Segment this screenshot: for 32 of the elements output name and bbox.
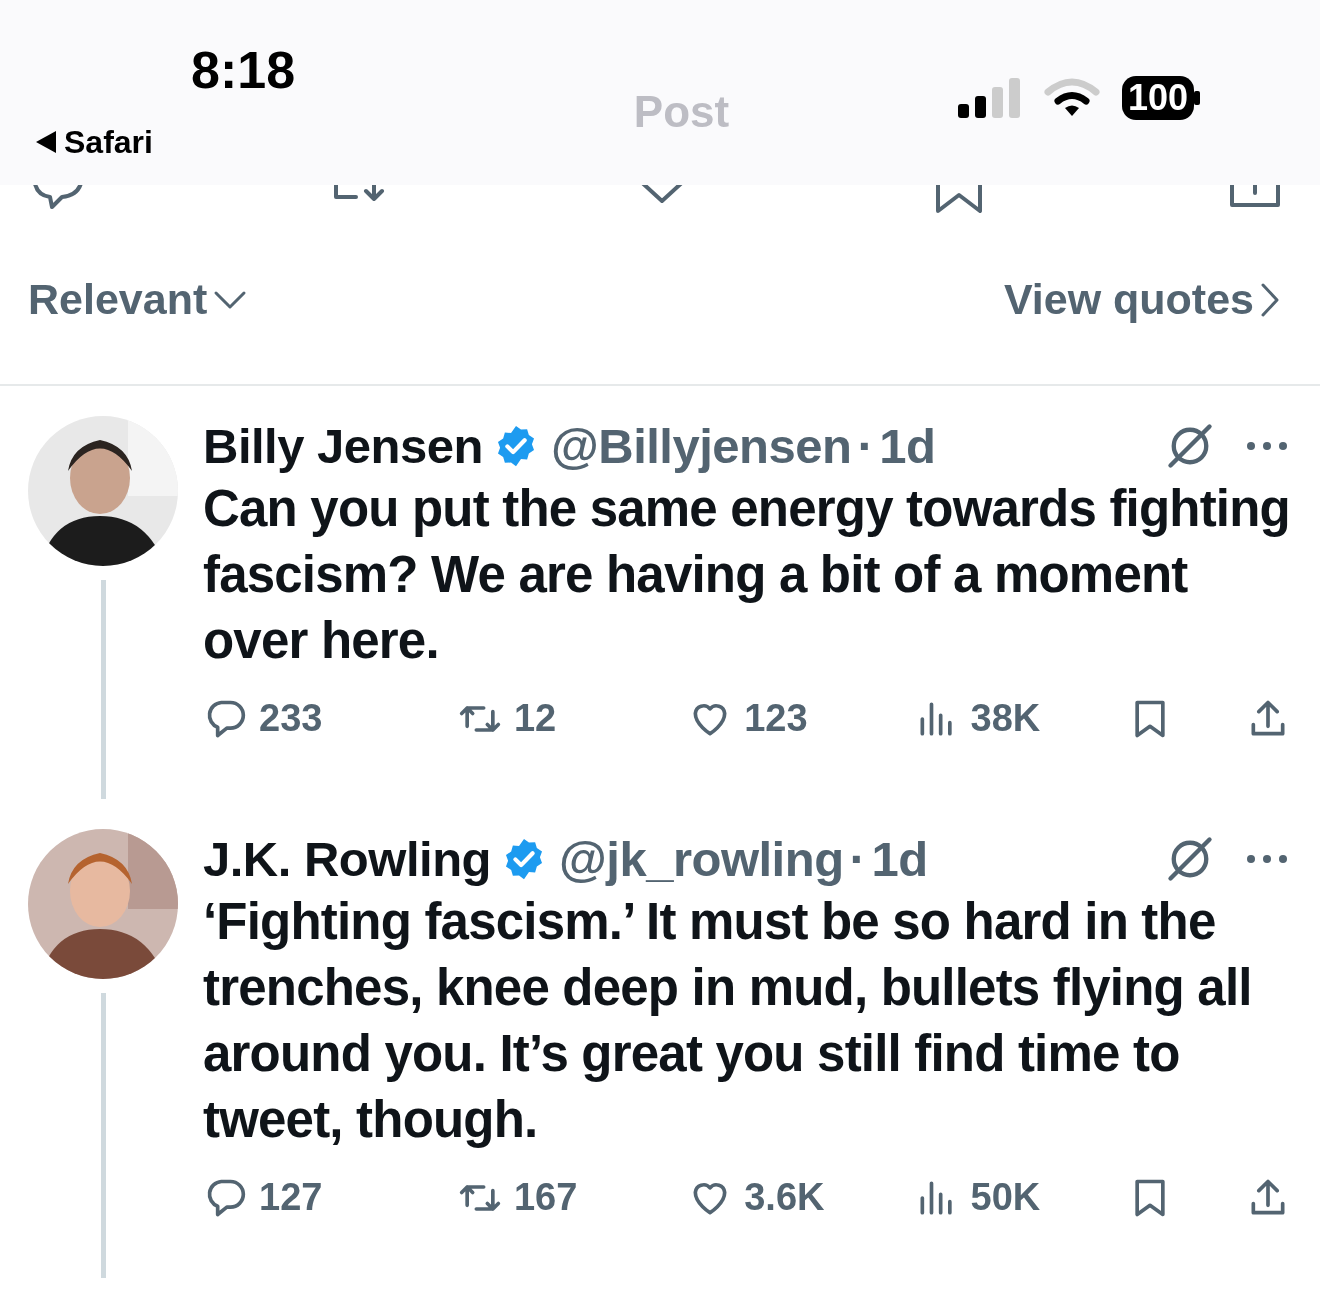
author-name: J.K. Rowling xyxy=(203,831,491,888)
separator-dot: · xyxy=(849,831,866,888)
back-arrow-icon xyxy=(36,131,56,153)
battery-tip-icon xyxy=(1194,90,1200,105)
like-button[interactable]: 123 xyxy=(688,690,915,747)
time-label: 8:18 xyxy=(191,44,296,96)
signal-icon xyxy=(957,77,1022,118)
views-button[interactable]: 50K xyxy=(914,1169,1128,1226)
view-quotes-link[interactable]: View quotes xyxy=(1003,267,1280,332)
reply-button[interactable]: 127 xyxy=(203,1169,458,1226)
more-icon[interactable] xyxy=(1244,852,1290,866)
page-title: Post xyxy=(633,86,730,138)
author-name: Billy Jensen xyxy=(203,418,483,475)
author-handle: @jk_rowling xyxy=(559,831,844,888)
wifi-icon xyxy=(1043,77,1100,118)
post-text: ‘Fighting fascism.’ It must be so hard in the trenches, knee deep in mud, bullets flying all around you. It’s great you still find time to tweet, though. xyxy=(203,892,1253,1150)
views-button[interactable]: 38K xyxy=(914,690,1128,747)
back-link[interactable]: Safari xyxy=(36,118,296,166)
separator-dot: · xyxy=(857,418,874,475)
post-text: Can you put the same energy towards fighting fascism? We are having a bit of a moment over here. xyxy=(203,479,1290,671)
post-age: 1d xyxy=(879,418,936,475)
repost-button[interactable]: 167 xyxy=(457,1169,689,1226)
like-button[interactable]: 3.6K xyxy=(688,1169,915,1226)
reply-button[interactable]: 233 xyxy=(203,690,458,747)
more-icon[interactable] xyxy=(1244,439,1290,453)
post-age: 1d xyxy=(871,831,928,888)
chevron-right-icon xyxy=(1260,281,1280,318)
author-handle: @Billyjensen xyxy=(550,418,852,475)
battery-level: 100 xyxy=(1121,75,1194,120)
chevron-down-icon xyxy=(213,289,248,310)
sort-dropdown[interactable]: Relevant xyxy=(28,267,248,332)
repost-button[interactable]: 12 xyxy=(457,690,689,747)
